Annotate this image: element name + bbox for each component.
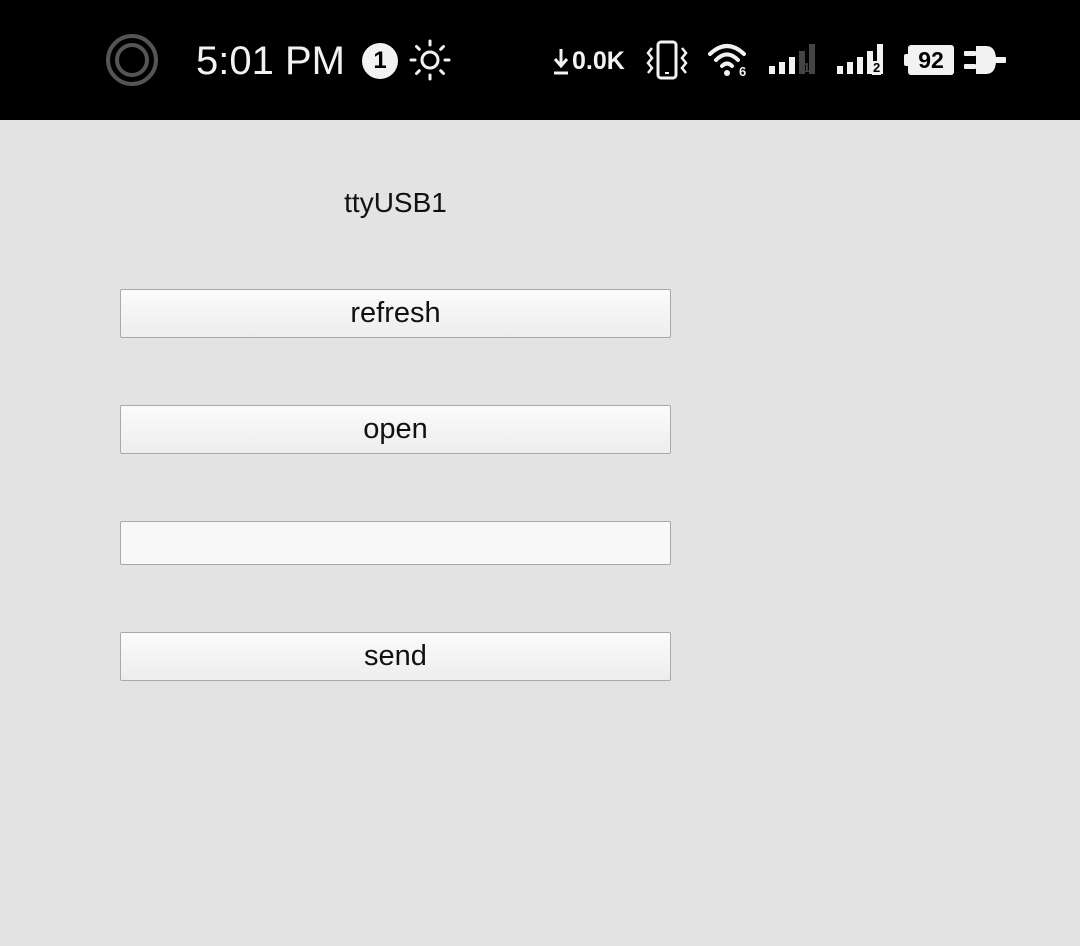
battery-icon: 92	[904, 45, 954, 75]
status-bar: 5:01 PM 1 0.0K 6 1 2 92	[0, 0, 1080, 120]
sim2-label: 2	[872, 60, 882, 75]
circle-ring-icon	[106, 34, 158, 86]
message-input[interactable]	[120, 521, 671, 565]
wifi-standard-label: 6	[739, 64, 747, 79]
send-button[interactable]: send	[120, 632, 671, 681]
status-time: 5:01 PM	[196, 39, 345, 83]
brightness-icon	[409, 39, 451, 81]
refresh-button[interactable]: refresh	[120, 289, 671, 338]
download-arrow-icon	[553, 49, 569, 75]
open-button[interactable]: open	[120, 405, 671, 454]
charging-plug-icon	[964, 46, 1006, 74]
battery-level: 92	[918, 47, 944, 73]
notification-count-badge: 1	[362, 43, 398, 79]
signal-sim1-icon	[769, 44, 815, 74]
sim1-label: 1	[803, 60, 811, 75]
vibrate-icon	[646, 40, 688, 80]
serial-port-label: ttyUSB1	[344, 187, 447, 218]
network-speed: 0.0K	[572, 47, 625, 75]
